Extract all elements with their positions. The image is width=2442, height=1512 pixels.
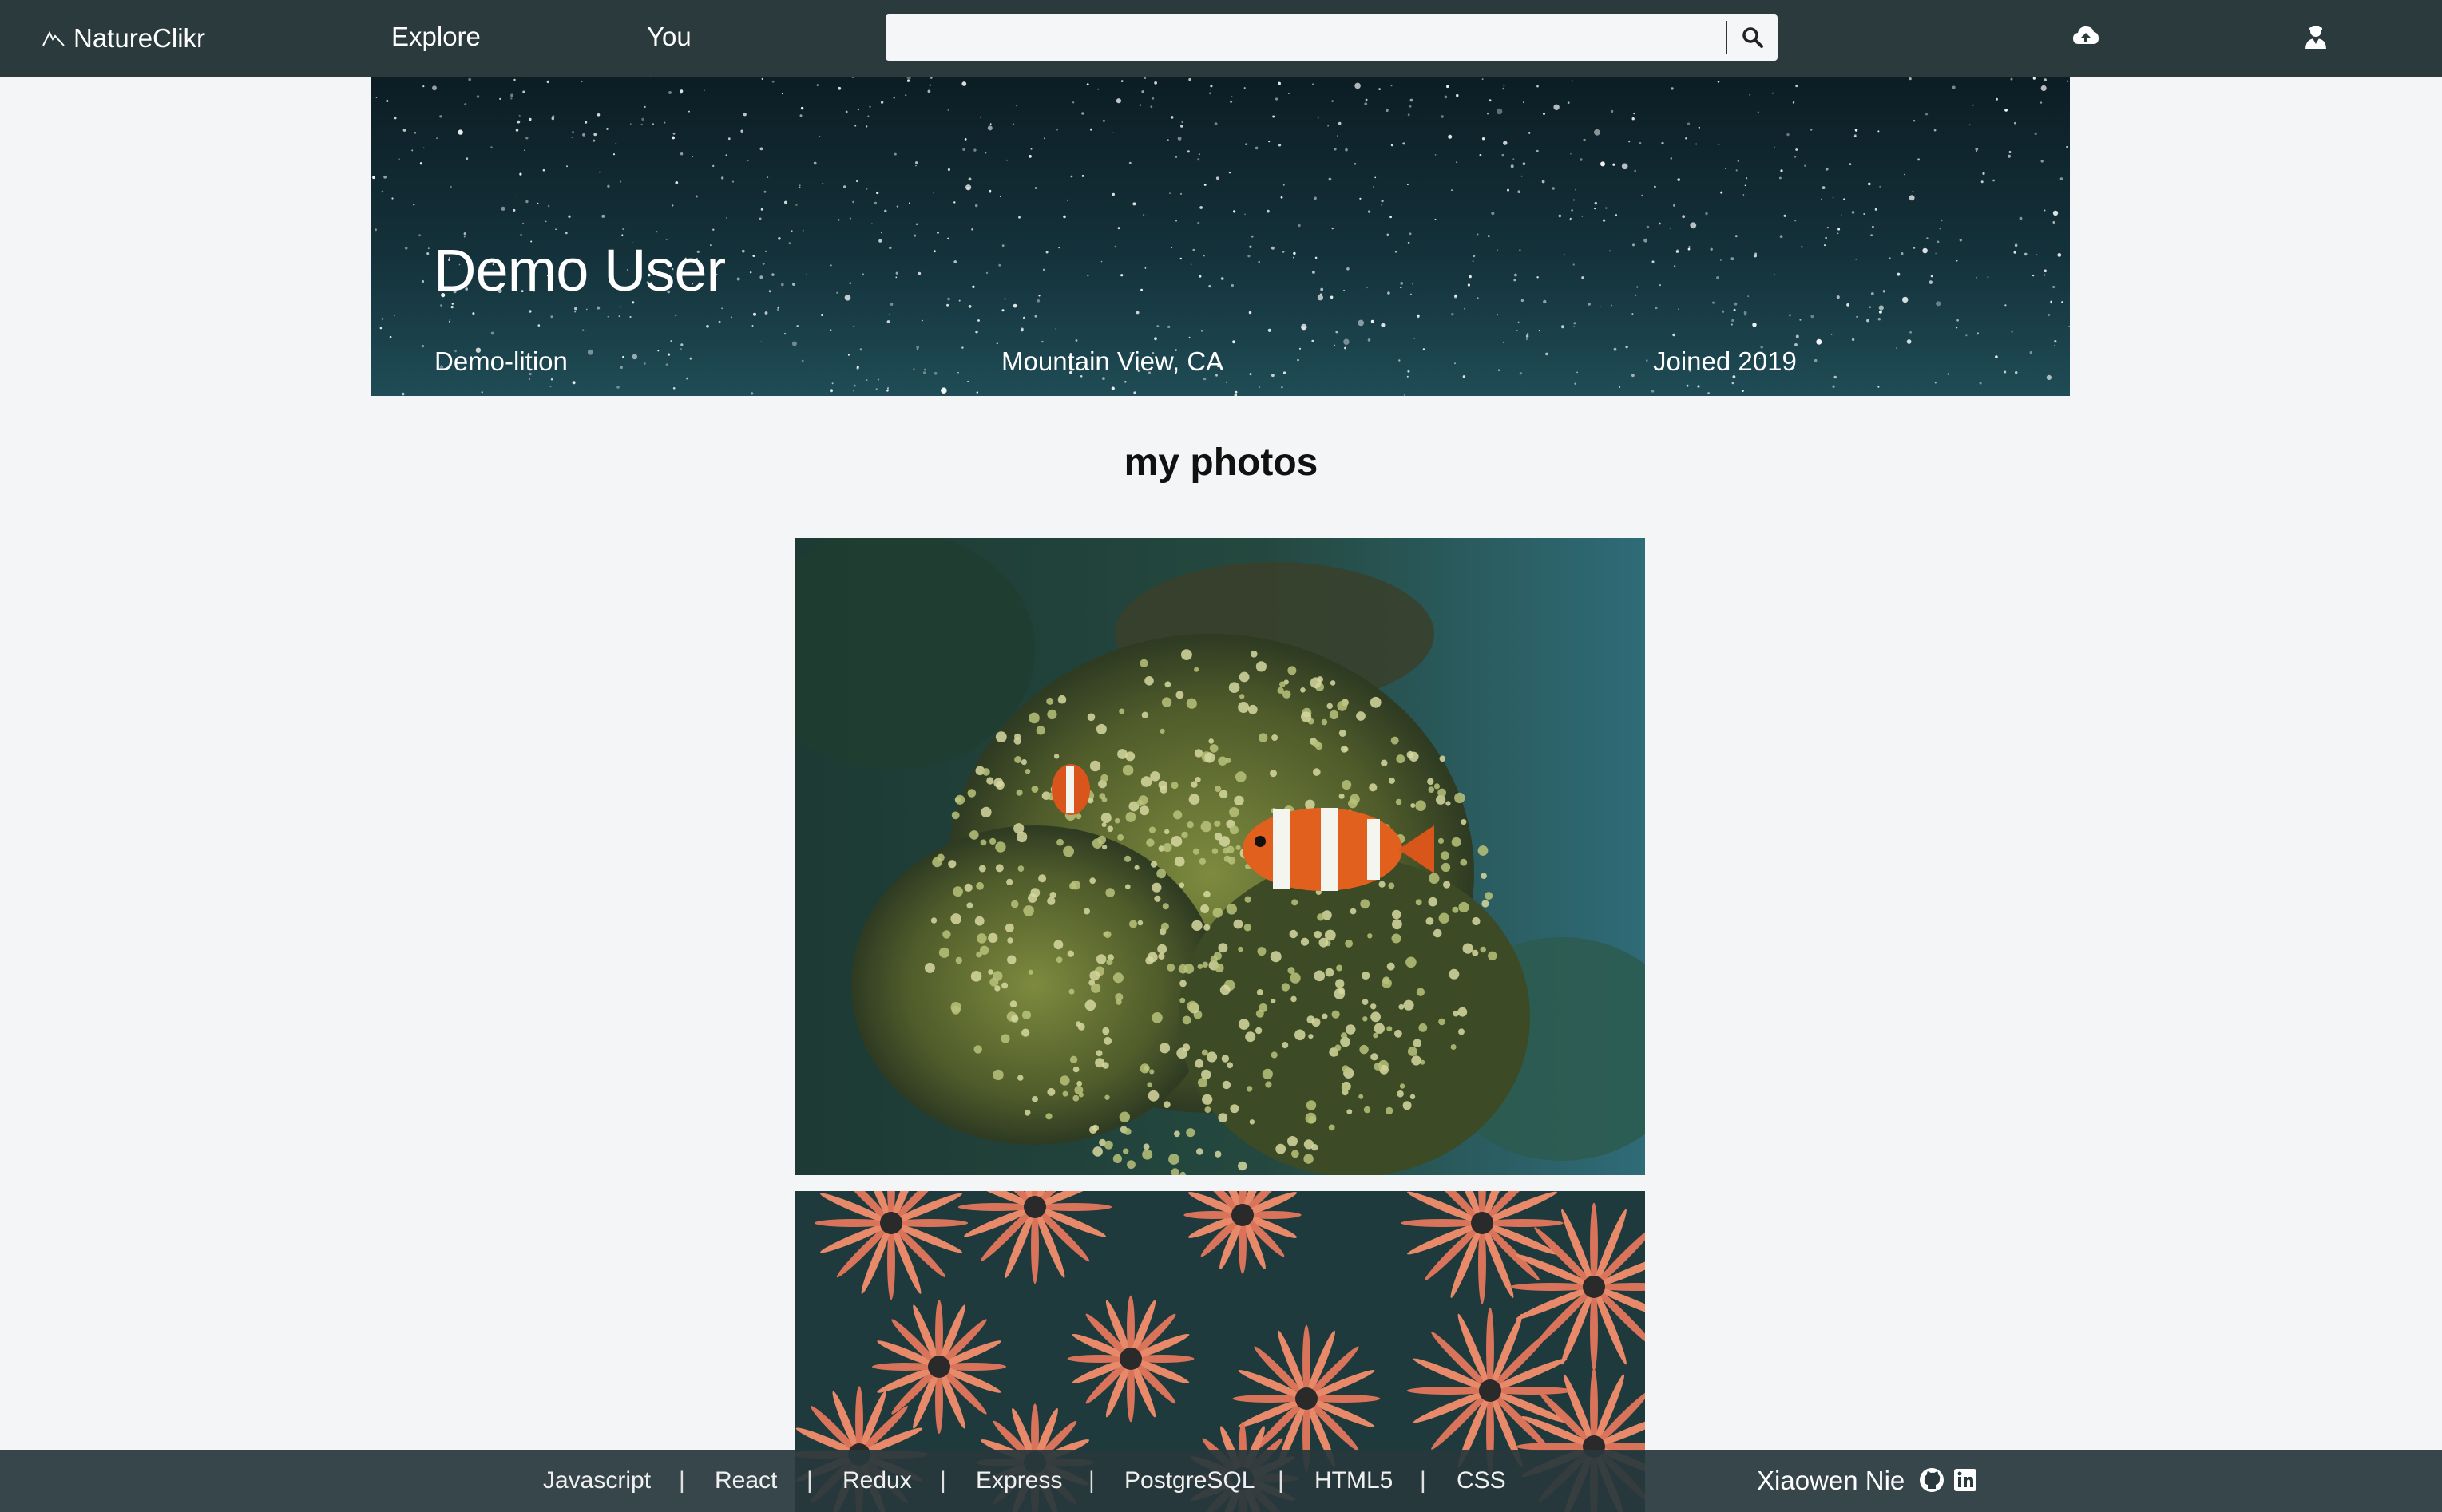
search-bar: [886, 14, 1778, 61]
photo-clownfish[interactable]: [795, 538, 1645, 1175]
profile-location: Mountain View, CA: [1001, 346, 1224, 376]
profile-username: Demo-lition: [434, 346, 568, 376]
profile-display-name: Demo User: [434, 237, 726, 303]
footer-separator: |: [940, 1467, 946, 1494]
footer: Javascript | React | Redux | Express | P…: [0, 1450, 2442, 1512]
search-icon: [1742, 27, 1763, 48]
search-input[interactable]: [886, 14, 1726, 61]
mountain-logo-icon: [42, 30, 65, 46]
tech-express: Express: [976, 1467, 1063, 1494]
linkedin-link[interactable]: [1952, 1466, 1979, 1494]
footer-separator: |: [1278, 1467, 1284, 1494]
clownfish-photo-image: [795, 538, 1645, 1175]
profile-cover: Demo User Demo-lition Mountain View, CA …: [371, 77, 2070, 396]
linkedin-icon: [1954, 1469, 1976, 1491]
github-link[interactable]: [1918, 1466, 1945, 1494]
footer-separator: |: [1420, 1467, 1426, 1494]
footer-separator: |: [807, 1467, 813, 1494]
tech-postgresql: PostgreSQL: [1124, 1467, 1255, 1494]
brand-name: NatureClikr: [73, 23, 206, 53]
footer-separator: |: [1088, 1467, 1095, 1494]
nav-explore-link[interactable]: Explore: [391, 0, 481, 73]
tech-css: CSS: [1457, 1467, 1506, 1494]
profile-joined: Joined 2019: [1653, 346, 1797, 376]
author-name: Xiaowen Nie: [1757, 1466, 1905, 1495]
github-icon: [1920, 1468, 1944, 1492]
upload-button[interactable]: [2062, 0, 2110, 73]
tech-javascript: Javascript: [543, 1467, 652, 1494]
profile-button[interactable]: [2292, 0, 2340, 73]
user-profile-icon: [2305, 26, 2326, 49]
top-navbar: NatureClikr Explore You: [0, 0, 2442, 77]
tech-redux: Redux: [842, 1467, 912, 1494]
cloud-upload-icon: [2073, 26, 2099, 44]
tech-html5: HTML5: [1314, 1467, 1393, 1494]
nav-you-link[interactable]: You: [647, 0, 692, 73]
brand-link[interactable]: NatureClikr: [42, 0, 205, 77]
tech-react: React: [715, 1467, 778, 1494]
search-button[interactable]: [1727, 14, 1778, 61]
footer-separator: |: [679, 1467, 685, 1494]
photos-section-title: my photos: [1124, 441, 1318, 484]
